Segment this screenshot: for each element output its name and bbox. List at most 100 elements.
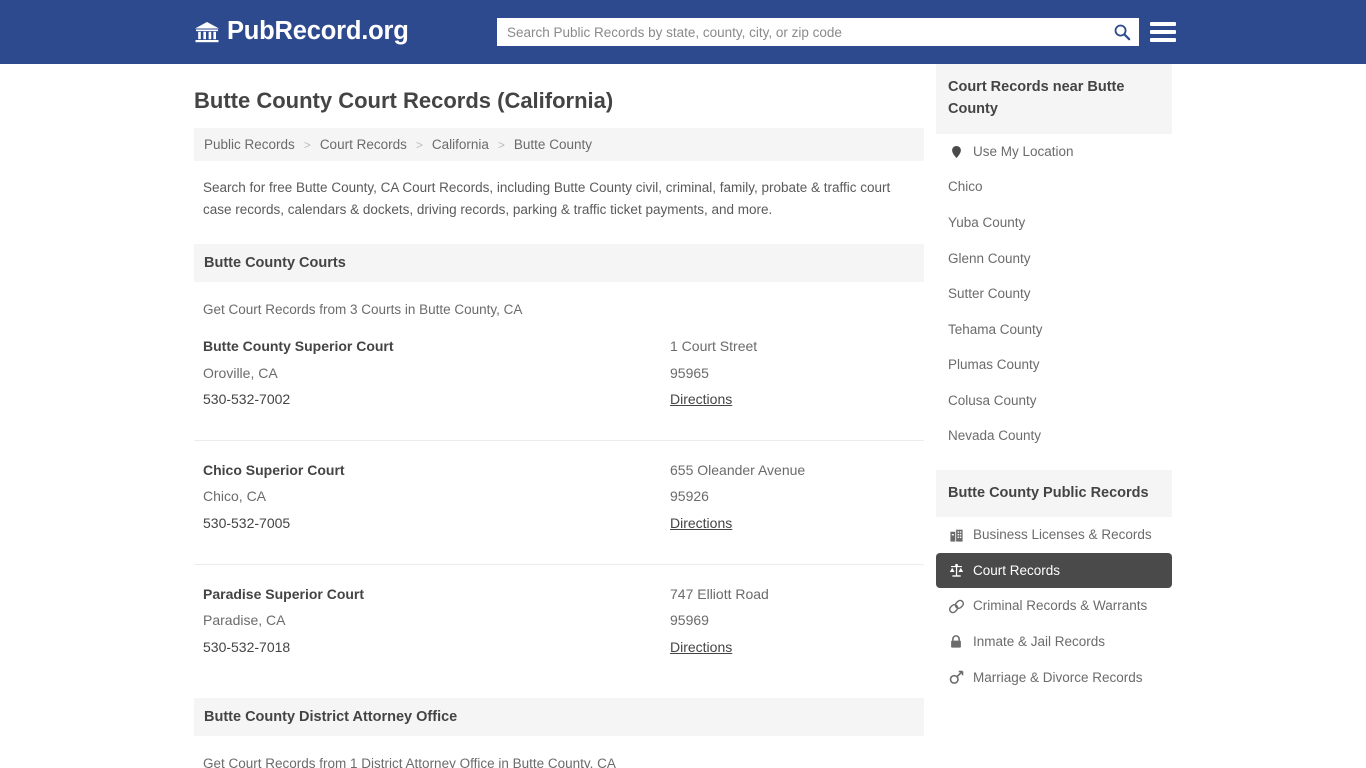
handcuffs-icon <box>948 598 964 614</box>
sidebar-item-label: Glenn County <box>948 250 1031 266</box>
court-zip: 95926 <box>670 488 709 505</box>
sidebar-item-label: Nevada County <box>948 428 1042 444</box>
breadcrumb-item-public-records[interactable]: Public Records <box>204 137 295 152</box>
directions-link[interactable]: Directions <box>670 634 732 661</box>
list-item: Marriage & Divorce Records <box>936 660 1172 696</box>
list-item: Business Licenses & Records <box>936 517 1172 553</box>
sidebar-item-label: Business Licenses & Records <box>973 527 1152 543</box>
court-phone: 530-532-7002 <box>203 391 291 408</box>
breadcrumb: Public Records > Court Records > Califor… <box>194 128 924 162</box>
section-heading-courts: Butte County Courts <box>194 244 924 283</box>
court-zip: 95969 <box>670 612 709 629</box>
sidebar-item-use-my-location[interactable]: Use My Location <box>936 134 1172 170</box>
section-subtitle-courts: Get Court Records from 3 Courts in Butte… <box>203 302 523 318</box>
hamburger-menu-button[interactable] <box>1150 19 1176 45</box>
sidebar-item-label: Yuba County <box>948 215 1026 231</box>
search-bar <box>497 18 1139 46</box>
sidebar-item-label: Tehama County <box>948 321 1043 337</box>
table-row: Butte County Superior Court Oroville, CA… <box>194 317 924 427</box>
sidebar-item-business-licenses[interactable]: Business Licenses & Records <box>936 517 1172 553</box>
list-item: Glenn County <box>936 241 1172 277</box>
court-name: Butte County Superior Court <box>203 338 394 355</box>
court-phone: 530-532-7005 <box>203 515 291 532</box>
list-item: Inmate & Jail Records <box>936 624 1172 660</box>
court-street-address: 747 Elliott Road <box>670 585 769 602</box>
hamburger-menu-icon-bar <box>1150 38 1176 42</box>
sidebar-item-colusa-county[interactable]: Colusa County <box>936 383 1172 419</box>
court-city-state: Oroville, CA <box>203 364 278 381</box>
sidebar-nearby-list: Use My Location Chico Yuba County Glenn … <box>936 134 1172 454</box>
entry-address-info: 655 Oleander Avenue 95926 Directions <box>670 457 915 537</box>
list-item: Yuba County <box>936 205 1172 241</box>
breadcrumb-item-court-records[interactable]: Court Records <box>320 137 407 152</box>
entry-primary-info: Paradise Superior Court Paradise, CA 530… <box>203 581 670 661</box>
entry-address-info: 1 Court Street 95965 Directions <box>670 333 915 413</box>
site-brand-name: PubRecord.org <box>227 17 409 46</box>
main-content: Butte County Court Records (California) … <box>194 64 924 768</box>
hamburger-menu-icon-bar <box>1150 30 1176 34</box>
sidebar-panel-heading-public-records: Butte County Public Records <box>936 469 1172 518</box>
sidebar-item-tehama-county[interactable]: Tehama County <box>936 312 1172 348</box>
sidebar-public-records-list: Business Licenses & Records Court Record… <box>936 517 1172 695</box>
breadcrumb-separator-icon: > <box>415 137 423 152</box>
lock-icon <box>948 634 964 650</box>
search-button[interactable] <box>1105 18 1139 46</box>
breadcrumb-item-butte-county[interactable]: Butte County <box>514 137 592 152</box>
sidebar-item-chico[interactable]: Chico <box>936 169 1172 205</box>
list-item: Court Records <box>936 552 1172 589</box>
page-title: Butte County Court Records (California) <box>194 88 614 113</box>
list-item: Nevada County <box>936 418 1172 454</box>
sidebar: Court Records near Butte County Use My L… <box>936 64 1172 768</box>
search-icon <box>1113 23 1131 41</box>
court-phone: 530-532-7018 <box>203 638 291 655</box>
sidebar-item-criminal-records[interactable]: Criminal Records & Warrants <box>936 588 1172 624</box>
list-item: Plumas County <box>936 347 1172 383</box>
site-header: PubRecord.org <box>0 0 1366 64</box>
court-city-state: Chico, CA <box>203 488 267 505</box>
page-body: Butte County Court Records (California) … <box>0 64 1366 768</box>
court-name: Chico Superior Court <box>203 461 345 478</box>
court-zip: 95965 <box>670 364 709 381</box>
list-item: Colusa County <box>936 383 1172 419</box>
entry-address-info: 747 Elliott Road 95969 Directions <box>670 581 915 661</box>
table-row: Chico Superior Court Chico, CA 530-532-7… <box>194 439 924 551</box>
section-heading-district-attorney: Butte County District Attorney Office <box>194 698 924 737</box>
sidebar-item-label: Chico <box>948 179 983 195</box>
entry-primary-info: Butte County Superior Court Oroville, CA… <box>203 333 670 413</box>
breadcrumb-item-california[interactable]: California <box>432 137 489 152</box>
section-subtitle-district-attorney: Get Court Records from 1 District Attorn… <box>203 756 616 768</box>
sidebar-item-yuba-county[interactable]: Yuba County <box>936 205 1172 241</box>
list-item: Sutter County <box>936 276 1172 312</box>
sidebar-panel-heading-nearby: Court Records near Butte County <box>936 64 1172 134</box>
sidebar-item-label: Use My Location <box>973 143 1074 159</box>
breadcrumb-separator-icon: > <box>497 137 505 152</box>
hamburger-menu-icon-bar <box>1150 22 1176 26</box>
sidebar-item-plumas-county[interactable]: Plumas County <box>936 347 1172 383</box>
sidebar-item-sutter-county[interactable]: Sutter County <box>936 276 1172 312</box>
sidebar-item-label: Sutter County <box>948 286 1031 302</box>
sidebar-item-court-records[interactable]: Court Records <box>936 552 1172 589</box>
sidebar-item-label: Court Records <box>973 562 1061 578</box>
sidebar-item-marriage-divorce-records[interactable]: Marriage & Divorce Records <box>936 660 1172 696</box>
scales-icon <box>948 563 964 579</box>
bank-icon <box>194 19 220 45</box>
search-input[interactable] <box>497 18 1105 46</box>
gender-icon <box>948 669 964 685</box>
briefcase-icon <box>948 527 964 543</box>
site-logo-link[interactable]: PubRecord.org <box>194 19 409 45</box>
map-pin-icon <box>948 144 964 160</box>
court-name: Paradise Superior Court <box>203 585 365 602</box>
directions-link[interactable]: Directions <box>670 510 732 537</box>
page-intro-text: Search for free Butte County, CA Court R… <box>203 180 891 217</box>
list-item: Criminal Records & Warrants <box>936 588 1172 624</box>
sidebar-item-label: Colusa County <box>948 392 1037 408</box>
directions-link[interactable]: Directions <box>670 386 732 413</box>
sidebar-item-glenn-county[interactable]: Glenn County <box>936 241 1172 277</box>
list-item: Chico <box>936 169 1172 205</box>
court-street-address: 1 Court Street <box>670 338 758 355</box>
list-item: Use My Location <box>936 134 1172 170</box>
breadcrumb-separator-icon: > <box>303 137 311 152</box>
sidebar-item-inmate-jail-records[interactable]: Inmate & Jail Records <box>936 624 1172 660</box>
court-street-address: 655 Oleander Avenue <box>670 461 806 478</box>
sidebar-item-nevada-county[interactable]: Nevada County <box>936 418 1172 454</box>
